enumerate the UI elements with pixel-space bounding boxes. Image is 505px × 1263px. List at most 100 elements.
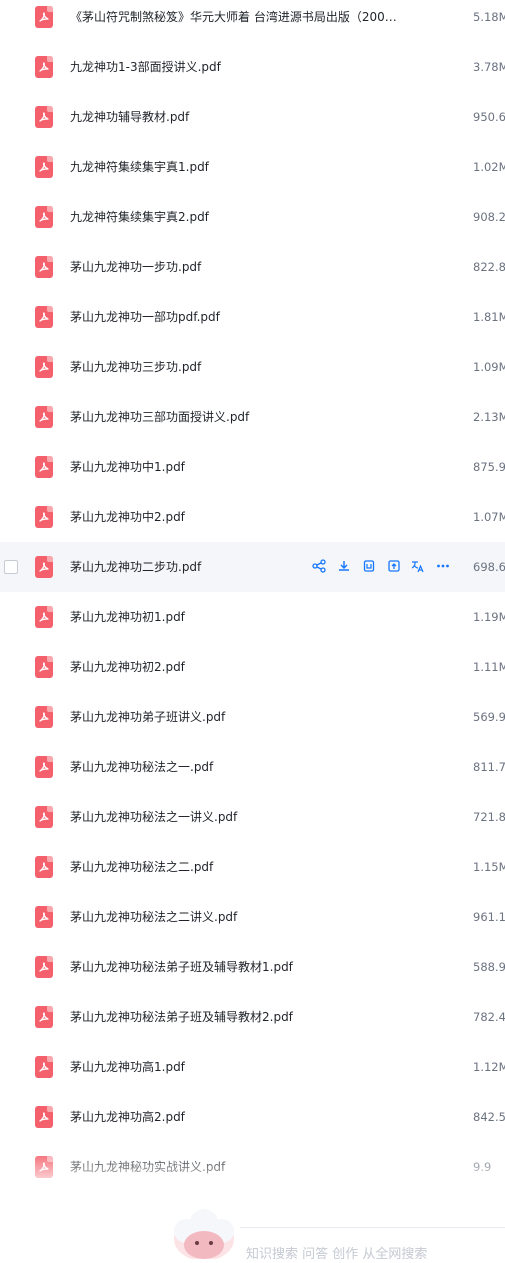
file-name[interactable]: 茅山九龙神功秘法之一讲义.pdf [70, 809, 237, 825]
file-row[interactable]: 茅山九龙神功高1.pdf 1.12M [0, 1042, 505, 1092]
more-icon[interactable] [436, 559, 452, 575]
pdf-file-icon [35, 106, 53, 128]
divider [240, 1227, 505, 1228]
file-row[interactable]: 茅山九龙神功弟子班讲义.pdf 569.9 [0, 692, 505, 742]
pdf-file-icon [35, 806, 53, 828]
file-name[interactable]: 茅山九龙神功二步功.pdf [70, 559, 201, 575]
file-size: 908.2 [473, 210, 505, 224]
row-checkbox[interactable] [4, 560, 18, 574]
file-row[interactable]: 茅山九龙神功秘法弟子班及辅导教材1.pdf 588.9 [0, 942, 505, 992]
file-size: 721.8 [473, 810, 505, 824]
file-row[interactable]: 茅山九龙神功三部功面授讲义.pdf 2.13M [0, 392, 505, 442]
file-size: 1.12M [473, 1060, 505, 1074]
pdf-file-icon [35, 706, 53, 728]
pdf-file-icon [35, 1056, 53, 1078]
pdf-file-icon [35, 1106, 53, 1128]
file-size: 1.15M [473, 860, 505, 874]
file-size: 1.11M [473, 660, 505, 674]
pdf-file-icon [35, 956, 53, 978]
pdf-file-icon [35, 1006, 53, 1028]
pdf-file-icon [35, 506, 53, 528]
file-size: 950.6 [473, 110, 505, 124]
file-size: 1.07M [473, 510, 505, 524]
pdf-file-icon [35, 556, 53, 578]
file-name[interactable]: 茅山九龙神功三部功面授讲义.pdf [70, 409, 249, 425]
upload-icon[interactable] [387, 559, 403, 575]
file-row[interactable]: 茅山九龙神功中1.pdf 875.9 [0, 442, 505, 492]
pdf-file-icon [35, 456, 53, 478]
file-size: 5.18M [473, 10, 505, 24]
file-name[interactable]: 茅山九龙神功秘法弟子班及辅导教材2.pdf [70, 1009, 293, 1025]
file-row[interactable]: 茅山九龙神功初1.pdf 1.19M [0, 592, 505, 642]
file-size: 569.9 [473, 710, 505, 724]
file-row[interactable]: 茅山九龙神功二步功.pdf 698.6 [0, 542, 505, 592]
file-name[interactable]: 茅山九龙神功初1.pdf [70, 609, 185, 625]
pdf-file-icon [35, 206, 53, 228]
file-row[interactable]: 茅山九龙神功秘法之一讲义.pdf 721.8 [0, 792, 505, 842]
file-name[interactable]: 九龙神符集续集宇真1.pdf [70, 159, 209, 175]
file-name[interactable]: 茅山九龙神功初2.pdf [70, 659, 185, 675]
file-size: 782.4 [473, 1010, 505, 1024]
file-name[interactable]: 《茅山符咒制煞秘笈》华元大师着 台湾进源书局出版（200… [70, 9, 397, 25]
file-name[interactable]: 九龙神功1-3部面授讲义.pdf [70, 59, 221, 75]
file-size: 1.81M [473, 310, 505, 324]
file-name[interactable]: 茅山九龙神功中2.pdf [70, 509, 185, 525]
file-row[interactable]: 茅山九龙神功一部功pdf.pdf 1.81M [0, 292, 505, 342]
file-name[interactable]: 茅山九龙神功秘法弟子班及辅导教材1.pdf [70, 959, 293, 975]
file-size: 875.9 [473, 460, 505, 474]
file-row[interactable]: 茅山九龙神功秘法之二讲义.pdf 961.1 [0, 892, 505, 942]
bottom-search-bar[interactable]: 知识搜索 问答 创作 从全网搜索 [0, 1195, 505, 1262]
file-row[interactable]: 《茅山符咒制煞秘笈》华元大师着 台湾进源书局出版（200… 5.18M [0, 0, 505, 42]
file-name[interactable]: 九龙神符集续集宇真2.pdf [70, 209, 209, 225]
pdf-file-icon [35, 756, 53, 778]
file-name[interactable]: 茅山九龙神功高1.pdf [70, 1059, 185, 1075]
pdf-file-icon [35, 906, 53, 928]
file-size: 822.8 [473, 260, 505, 274]
file-size: 588.9 [473, 960, 505, 974]
pdf-file-icon [35, 156, 53, 178]
file-row[interactable]: 茅山九龙神功三步功.pdf 1.09M [0, 342, 505, 392]
file-name[interactable]: 茅山九龙神功秘法之二.pdf [70, 859, 213, 875]
download-icon[interactable] [337, 559, 353, 575]
file-row[interactable]: 茅山九龙神功中2.pdf 1.07M [0, 492, 505, 542]
file-row[interactable]: 茅山九龙神功秘法之二.pdf 1.15M [0, 842, 505, 892]
file-size: 1.09M [473, 360, 505, 374]
file-row[interactable]: 九龙神功1-3部面授讲义.pdf 3.78M [0, 42, 505, 92]
pdf-file-icon [35, 406, 53, 428]
file-row[interactable]: 九龙神符集续集宇真2.pdf 908.2 [0, 192, 505, 242]
file-size: 1.02M [473, 160, 505, 174]
pdf-file-icon [35, 306, 53, 328]
file-name[interactable]: 茅山九龙神功弟子班讲义.pdf [70, 709, 225, 725]
pdf-file-icon [35, 856, 53, 878]
file-size: 1.19M [473, 610, 505, 624]
file-row[interactable]: 茅山九龙神功一步功.pdf 822.8 [0, 242, 505, 292]
file-name[interactable]: 茅山九龙神功高2.pdf [70, 1109, 185, 1125]
file-row[interactable]: 茅山九龙神功初2.pdf 1.11M [0, 642, 505, 692]
file-name[interactable]: 九龙神功辅导教材.pdf [70, 109, 189, 125]
file-name[interactable]: 茅山九龙神功三步功.pdf [70, 359, 201, 375]
file-name[interactable]: 茅山九龙神功秘法之二讲义.pdf [70, 909, 237, 925]
file-row[interactable]: 茅山九龙神功秘法之一.pdf 811.7 [0, 742, 505, 792]
file-name[interactable]: 茅山九龙神功一步功.pdf [70, 259, 201, 275]
file-row[interactable]: 九龙神功辅导教材.pdf 950.6 [0, 92, 505, 142]
file-size: 2.13M [473, 410, 505, 424]
file-size: 961.1 [473, 910, 505, 924]
pdf-file-icon [35, 256, 53, 278]
file-row[interactable]: 茅山九龙神功秘法弟子班及辅导教材2.pdf 782.4 [0, 992, 505, 1042]
file-row[interactable]: 九龙神符集续集宇真1.pdf 1.02M [0, 142, 505, 192]
file-size: 842.5 [473, 1110, 505, 1124]
file-name[interactable]: 茅山九龙神功秘法之一.pdf [70, 759, 213, 775]
pdf-file-icon [35, 656, 53, 678]
file-size: 811.7 [473, 760, 505, 774]
file-size: 698.6 [473, 560, 505, 574]
pdf-file-icon [35, 606, 53, 628]
translate-icon[interactable] [410, 559, 426, 575]
file-row[interactable]: 茅山九龙神功高2.pdf 842.5 [0, 1092, 505, 1142]
share-icon[interactable] [312, 559, 328, 575]
file-name[interactable]: 茅山九龙神功一部功pdf.pdf [70, 309, 220, 325]
scroll-fade [0, 1150, 505, 1190]
save-icon[interactable] [362, 559, 378, 575]
file-size: 3.78M [473, 60, 505, 74]
file-name[interactable]: 茅山九龙神功中1.pdf [70, 459, 185, 475]
pdf-file-icon [35, 356, 53, 378]
